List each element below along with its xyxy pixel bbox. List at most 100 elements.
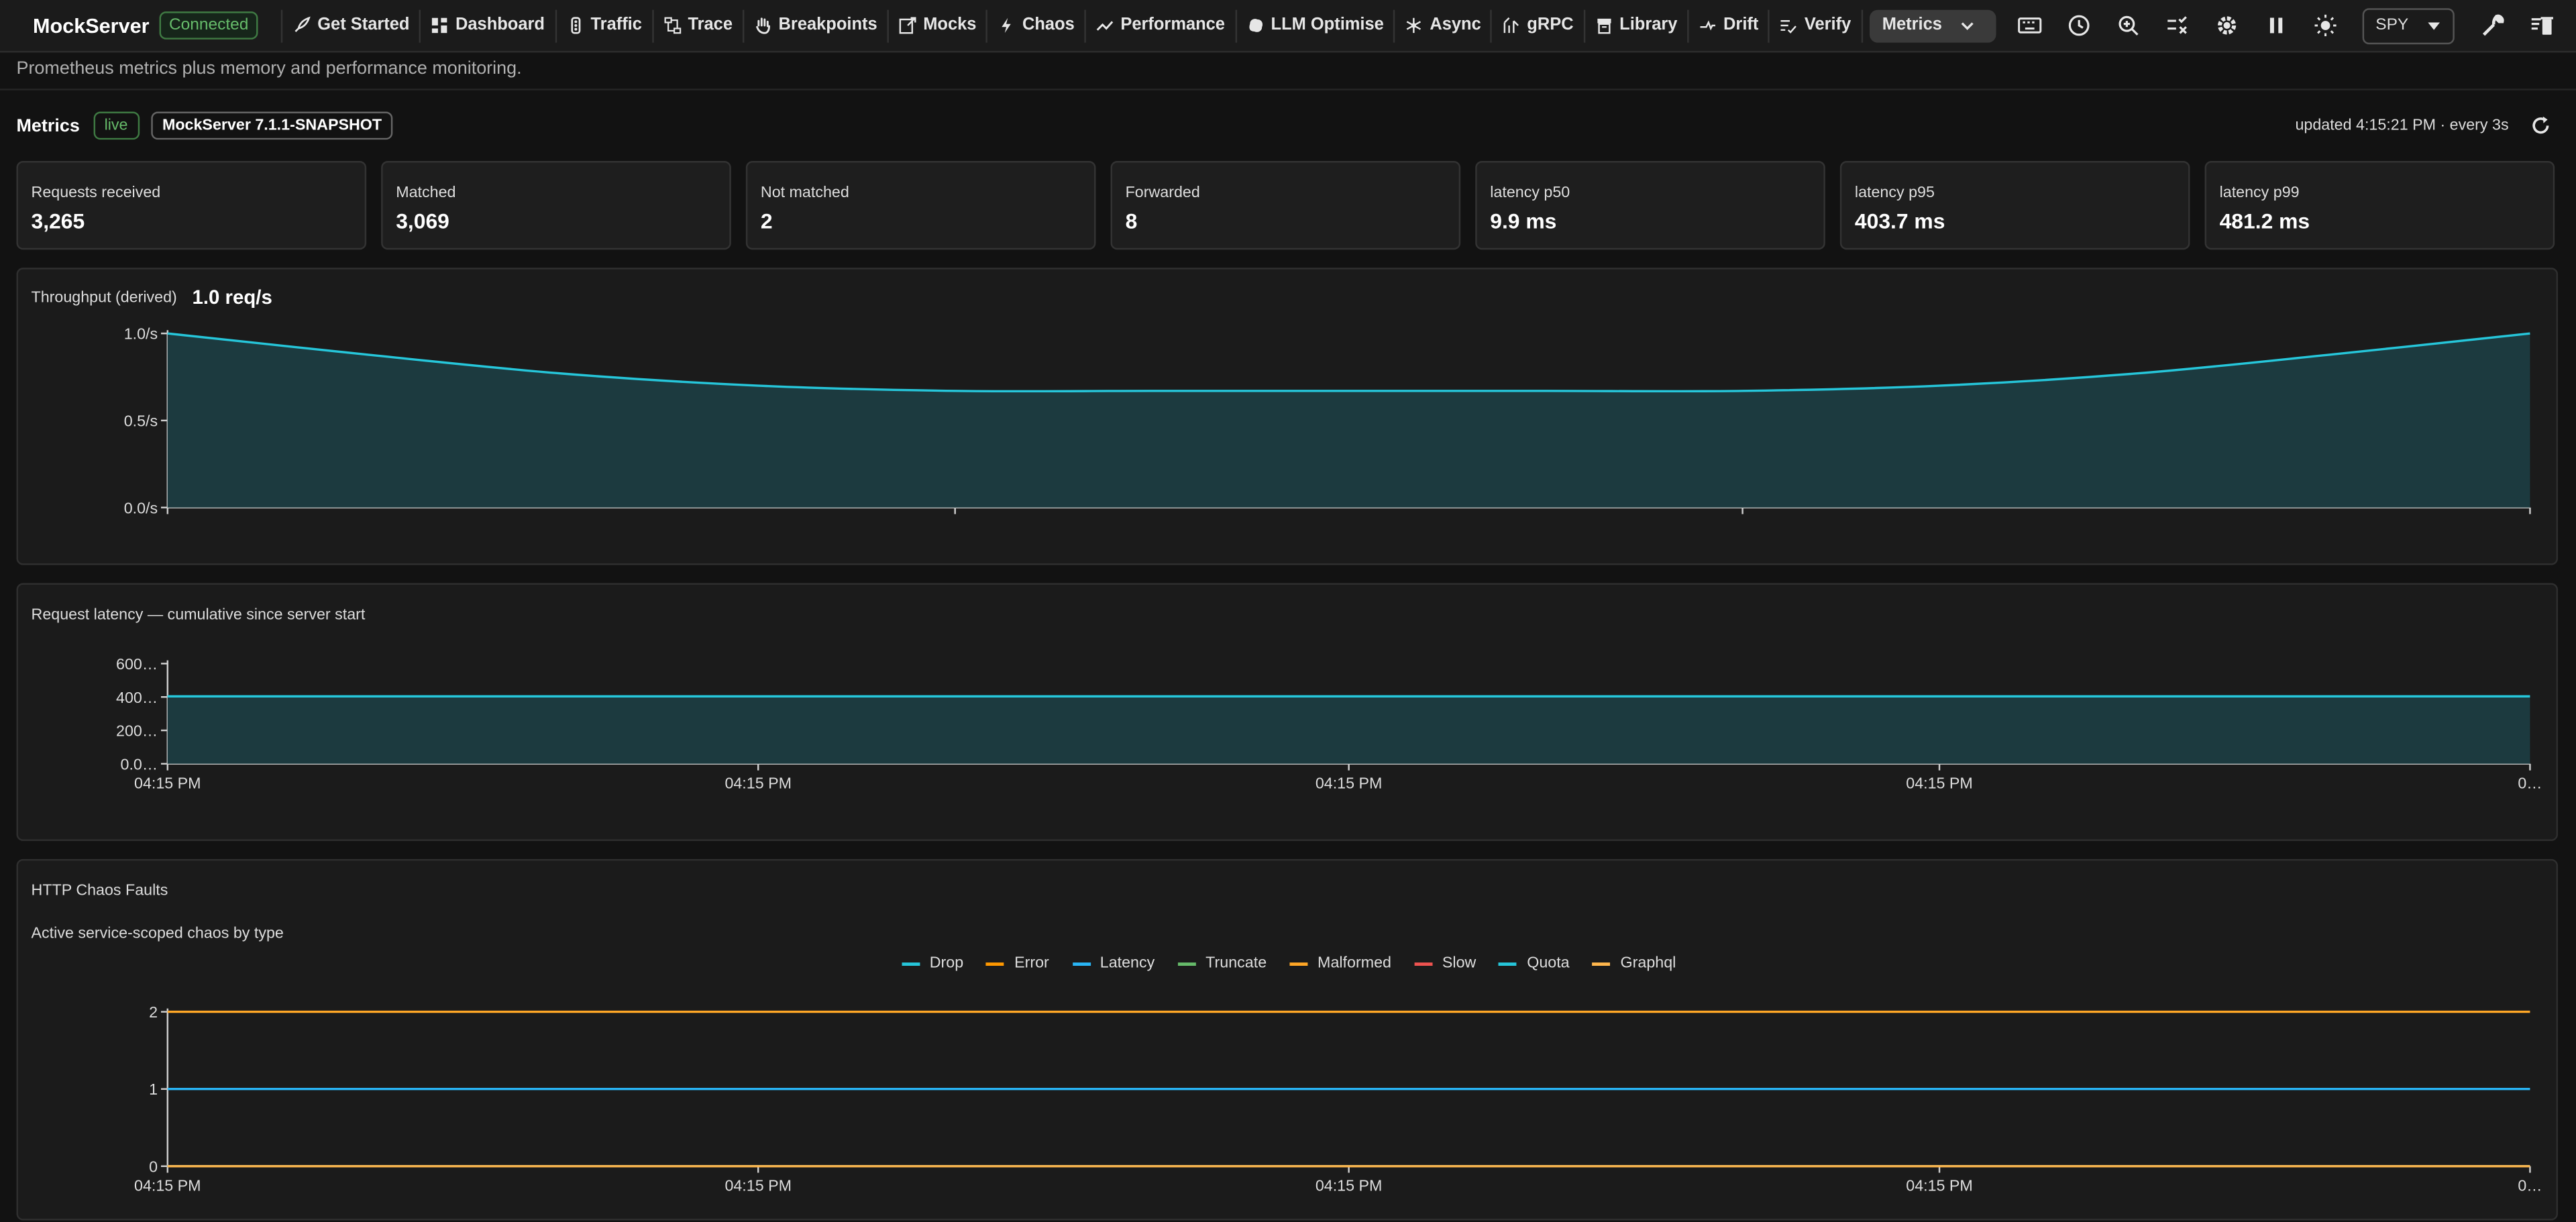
mode-value: SPY [2375,16,2409,35]
x-tick-label: 04:15 PM [1906,1177,1973,1195]
rocket-icon [295,16,311,32]
nav-trace[interactable]: Trace [653,9,745,42]
nav-dashboard[interactable]: Dashboard [421,9,557,42]
stat-value: 3,069 [396,209,449,233]
connection-status-badge: Connected [159,11,259,40]
y-tick-label: 600… [116,655,158,673]
verify-icon [1781,19,1797,34]
stat-card-matched: Matched 3,069 [381,161,731,250]
checklist-icon [2167,16,2186,34]
settings-button[interactable] [2211,11,2241,40]
x-tick-label: 04:15 PM [1316,775,1383,792]
traffic-icon [570,17,580,34]
x-tick-label: 0… [2518,1177,2542,1195]
keyboard-icon [2017,17,2041,34]
stat-value: 481.2 ms [2219,209,2310,233]
pause-icon [2269,17,2282,34]
theme-toggle-button[interactable] [2310,11,2339,40]
area-fill [167,696,2530,764]
x-tick-label: 04:15 PM [134,775,201,792]
nav-label: Get Started [317,16,410,35]
updated-timestamp: updated 4:15:21 PM · every 3s [2295,116,2509,135]
dashboard-icon [432,17,447,34]
trace-icon [663,17,681,34]
brightness-icon [2314,14,2336,37]
throughput-panel: Throughput (derived) 1.0 req/s 1.0/s 0.5/… [16,268,2559,565]
nav-get-started[interactable]: Get Started [283,9,421,42]
page-title: Metrics [16,115,80,136]
stat-value: 3,265 [31,209,85,233]
stat-label: Requests received [31,184,161,203]
clear-icon [2530,17,2553,35]
refresh-icon[interactable] [2530,115,2551,136]
nav-label: Breakpoints [778,16,877,35]
async-icon [1407,17,1421,34]
nav-label: Traffic [590,16,642,35]
x-tick-label: 04:15 PM [724,1177,792,1195]
nav-label: Performance [1120,16,1225,35]
chevron-down-icon [1961,22,1974,30]
stat-card-requests-received: Requests received 3,265 [16,161,367,250]
tools-button[interactable] [2477,11,2507,40]
nav-label: Trace [688,16,733,35]
nav-label: Library [1619,16,1678,35]
nav-drift[interactable]: Drift [1689,9,1770,42]
history-button[interactable] [2063,11,2093,40]
zoom-search-icon [2118,15,2138,36]
nav-breakpoints[interactable]: Breakpoints [744,9,889,42]
x-tick-label: 04:15 PM [1906,775,1973,792]
nav-mocks[interactable]: Mocks [889,9,988,42]
x-tick-label: 0… [2518,775,2542,792]
stat-label: Matched [396,184,456,203]
stat-value: 403.7 ms [1854,209,1945,233]
stat-card-latency-p50: latency p50 9.9 ms [1475,161,1825,250]
toolbar: SPY [2004,0,2576,51]
stat-value: 8 [1125,209,1138,233]
mode-select[interactable]: SPY [2362,7,2455,44]
hand-icon [755,17,770,34]
live-badge: live [93,111,140,140]
nav-label: Drift [1723,16,1759,35]
nav-label: Chaos [1022,16,1075,35]
nav-label: gRPC [1527,16,1574,35]
stat-value: 2 [760,209,773,233]
y-tick-label: 200… [116,722,158,740]
nav-llm-optimise[interactable]: LLM Optimise [1236,9,1395,42]
y-tick-label: 400… [116,689,158,706]
chaos-chart: 2 1 0 04:15 PM 04:15 PM 04:15 PM 04:15 PM 0… [134,1003,2542,1195]
clear-button[interactable] [2527,11,2557,40]
wrench-icon [2481,14,2504,36]
nav-chaos[interactable]: Chaos [988,9,1086,42]
stat-card-forwarded: Forwarded 8 [1110,161,1461,250]
y-tick-label: 0.0/s [124,499,158,516]
nav-async[interactable]: Async [1395,9,1493,42]
inspect-button[interactable] [2112,11,2142,40]
checklist-button[interactable] [2162,11,2192,40]
stat-label: Forwarded [1125,184,1200,203]
nav-label: Metrics [1882,16,1942,35]
nav-traffic[interactable]: Traffic [556,9,654,42]
chaos-panel: HTTP Chaos Faults Active service-scoped … [16,858,2559,1221]
x-tick-label: 04:15 PM [134,1177,201,1195]
version-badge: MockServer 7.1.1-SNAPSHOT [150,111,394,140]
nav-label: LLM Optimise [1271,16,1384,35]
nav-label: Dashboard [455,16,545,35]
nav-label: Verify [1804,16,1851,35]
history-icon [2068,15,2089,36]
nav-performance[interactable]: Performance [1086,9,1237,42]
nav-library[interactable]: Library [1585,9,1689,42]
top-bar: MockServer Connected Get Started Dashboa… [0,0,2576,53]
main-nav: Get Started Dashboard Traffic Trace Brea… [281,9,1996,42]
nav-verify[interactable]: Verify [1770,9,1863,42]
stat-card-not-matched: Not matched 2 [745,161,1096,250]
grpc-icon [1504,17,1520,34]
pause-button[interactable] [2261,11,2290,40]
nav-grpc[interactable]: gRPC [1493,9,1585,42]
nav-metrics-dropdown[interactable]: Metrics [1869,9,1996,42]
keyboard-shortcuts-button[interactable] [2014,11,2043,40]
stat-card-latency-p95: latency p95 403.7 ms [1839,161,2190,250]
y-tick-label: 0.5/s [124,412,158,430]
stat-label: latency p99 [2219,184,2300,203]
library-icon [1597,18,1611,34]
nav-label: Async [1430,16,1481,35]
